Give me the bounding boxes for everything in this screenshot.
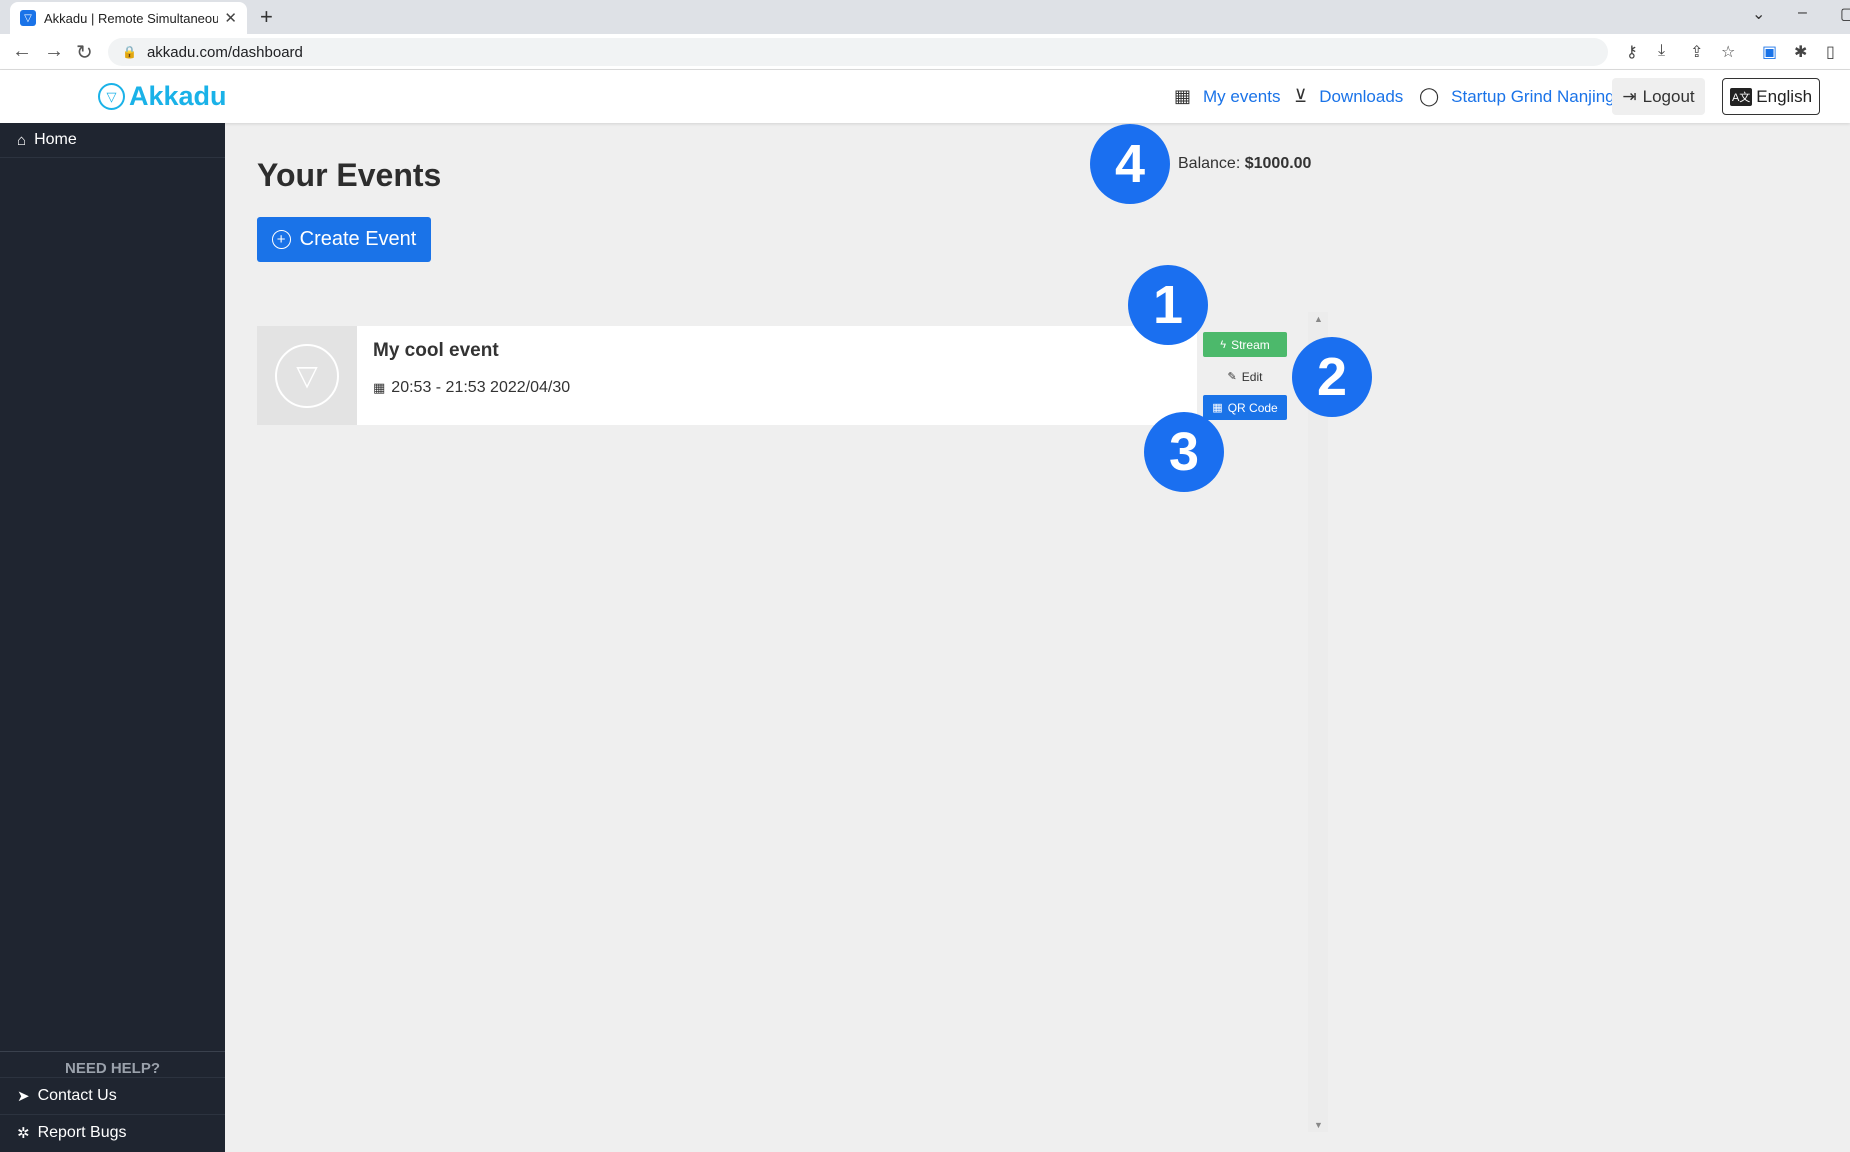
sidebar-item-home-label: Home [34, 131, 77, 148]
akkadu-placeholder-icon: ▽ [275, 343, 339, 408]
language-label: English [1756, 86, 1813, 106]
event-card[interactable]: ▽ My cool event ▦ 20:53 - 21:53 2022/04/… [257, 326, 1197, 425]
sidebar-item-report-label: Report Bugs [37, 1124, 127, 1141]
edit-label: Edit [1241, 369, 1263, 384]
akkadu-logo[interactable]: ▽ Akkadu [98, 81, 227, 112]
bug-icon: ✲ [17, 1125, 30, 1142]
annotation-marker-2: 2 [1292, 337, 1372, 417]
browser-tab-bar: ▽ Akkadu | Remote Simultaneou ✕ + ⌄ – ▢ [0, 0, 1850, 34]
qr-code-button[interactable]: ▦ QR Code [1203, 395, 1287, 420]
puzzle-extensions-icon[interactable]: ✱ [1794, 42, 1807, 62]
download-circle-icon: ⊻ [1294, 86, 1308, 106]
extension-badge-icon[interactable]: ▣ [1762, 42, 1777, 62]
home-icon: ⌂ [17, 131, 27, 149]
page-title: Your Events [257, 157, 442, 193]
scroll-up-arrow-icon[interactable]: ▲ [1314, 314, 1323, 324]
back-arrow-icon[interactable]: ← [12, 40, 32, 63]
qr-code-icon: ▦ [1212, 402, 1223, 414]
create-event-button[interactable]: + Create Event [257, 217, 431, 262]
bookmark-star-icon[interactable]: ☆ [1721, 42, 1735, 62]
annotation-marker-3: 3 [1144, 412, 1224, 492]
install-icon[interactable]: ⤓ [1658, 42, 1665, 60]
sidebar-item-report-bugs[interactable]: ✲ Report Bugs [0, 1114, 225, 1151]
sidebar-item-home[interactable]: ⌂ Home [0, 123, 225, 158]
address-bar[interactable]: 🔒 akkadu.com/dashboard [108, 38, 1608, 66]
nav-my-events[interactable]: ▦ My events [1174, 86, 1281, 107]
event-time-text: 20:53 - 21:53 2022/04/30 [391, 379, 571, 396]
nav-my-events-label: My events [1203, 86, 1281, 106]
app-header: ▽ Akkadu ▦ My events ⊻ Downloads ◯ Start… [0, 70, 1850, 123]
maximize-icon[interactable]: ▢ [1840, 4, 1850, 24]
logo-text: Akkadu [129, 81, 227, 111]
user-circle-icon: ◯ [1419, 86, 1440, 106]
need-help-heading: NEED HELP? [0, 1051, 225, 1077]
akkadu-logo-icon: ▽ [98, 83, 125, 110]
balance-label: Balance: [1178, 155, 1241, 172]
close-tab-icon[interactable]: ✕ [224, 9, 237, 27]
paper-plane-icon: ➤ [17, 1088, 30, 1105]
url-text: akkadu.com/dashboard [146, 43, 303, 61]
forward-arrow-icon[interactable]: → [44, 40, 64, 63]
qr-code-label: QR Code [1227, 400, 1278, 415]
browser-tab-title: Akkadu | Remote Simultaneou [44, 10, 219, 26]
lock-icon: 🔒 [122, 45, 137, 59]
balance: Balance: $1000.00 [1178, 155, 1311, 173]
edit-icon: ✎ [1227, 371, 1237, 383]
annotation-marker-1: 1 [1128, 265, 1208, 345]
calendar-icon: ▦ [1174, 86, 1192, 106]
stream-button[interactable]: ϟ Stream [1203, 332, 1287, 357]
bolt-icon: ϟ [1220, 338, 1227, 351]
side-panel-icon[interactable]: ▯ [1826, 42, 1835, 62]
new-tab-button[interactable]: + [260, 4, 273, 30]
event-title[interactable]: My cool event [373, 340, 499, 362]
stream-label: Stream [1231, 337, 1270, 352]
nav-user-label: Startup Grind Nanjing [1451, 86, 1615, 106]
scrollbar[interactable] [1308, 312, 1328, 1132]
scroll-down-arrow-icon[interactable]: ▼ [1314, 1120, 1323, 1130]
edit-button[interactable]: ✎ Edit [1203, 364, 1287, 389]
nav-downloads-label: Downloads [1319, 86, 1404, 106]
nav-downloads[interactable]: ⊻ Downloads [1294, 86, 1403, 107]
event-thumbnail: ▽ [257, 326, 357, 425]
akkadu-favicon-icon: ▽ [20, 10, 36, 26]
logout-icon: ⇥ [1622, 86, 1637, 106]
annotation-marker-4: 4 [1090, 124, 1170, 204]
logout-button[interactable]: ⇥ Logout [1612, 78, 1705, 115]
balance-value: $1000.00 [1244, 155, 1312, 172]
calendar-icon: ▦ [373, 380, 386, 395]
minimize-icon[interactable]: – [1798, 4, 1807, 22]
logout-label: Logout [1642, 86, 1695, 106]
tab-search-icon[interactable]: ⌄ [1752, 4, 1765, 24]
language-icon: A文 [1729, 87, 1753, 106]
browser-toolbar: ← → ↻ 🔒 akkadu.com/dashboard ⚷ ⤓ ⇪ ☆ ▣ ✱… [0, 34, 1850, 70]
create-event-label: Create Event [299, 228, 417, 250]
sidebar-item-contact-us[interactable]: ➤ Contact Us [0, 1077, 225, 1114]
share-icon[interactable]: ⇪ [1690, 42, 1703, 62]
sidebar-item-contact-label: Contact Us [37, 1087, 117, 1104]
language-button[interactable]: A文 English [1722, 78, 1820, 115]
key-icon[interactable]: ⚷ [1626, 42, 1638, 62]
plus-circle-icon: + [271, 230, 291, 249]
sidebar: ⌂ Home NEED HELP? ➤ Contact Us ✲ Report … [0, 123, 225, 1152]
reload-icon[interactable]: ↻ [76, 40, 93, 65]
event-time: ▦ 20:53 - 21:53 2022/04/30 [373, 379, 570, 397]
browser-tab[interactable]: ▽ Akkadu | Remote Simultaneou ✕ [10, 2, 247, 34]
nav-user-profile[interactable]: ◯ Startup Grind Nanjing [1419, 86, 1615, 107]
